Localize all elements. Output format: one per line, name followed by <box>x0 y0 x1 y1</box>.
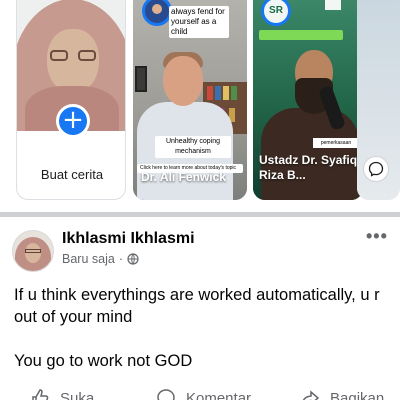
share-icon <box>302 390 320 400</box>
avatar[interactable] <box>12 230 54 272</box>
share-label: Bagikan <box>330 389 385 400</box>
comment-label: Komentar <box>186 389 252 400</box>
post-author-name[interactable]: Ikhlasmi Ikhlasmi <box>62 230 195 248</box>
story-caption: always fend for yourself as a child <box>169 6 229 38</box>
globe-icon[interactable] <box>127 253 139 265</box>
create-story-label: Buat cerita <box>40 167 104 182</box>
share-button[interactable]: Bagikan <box>300 388 384 400</box>
story-card[interactable]: always fend for yourself as a child Unhe… <box>133 0 247 200</box>
comment-icon <box>157 389 175 400</box>
story-card[interactable]: SR pemerkasaan Ustadz Dr. Syafiq Riza B.… <box>253 0 363 200</box>
like-label: Suka <box>60 389 95 400</box>
like-button[interactable]: Suka <box>30 388 94 400</box>
story-card[interactable] <box>357 0 400 200</box>
post-timestamp[interactable]: Baru saja <box>62 252 115 266</box>
facebook-feed: + Buat cerita always fend for yourself a… <box>0 0 400 400</box>
feed-divider <box>0 212 400 217</box>
more-options-icon[interactable]: ••• <box>366 226 392 246</box>
stories-strip: + Buat cerita always fend for yourself a… <box>0 0 400 206</box>
create-story-card[interactable]: + Buat cerita <box>16 0 126 200</box>
post-body-text: If u think everythings are worked automa… <box>14 286 380 370</box>
meta-separator: · <box>118 252 123 266</box>
logo-icon <box>325 0 341 10</box>
post-meta: Baru saja · <box>62 252 139 266</box>
comment-button[interactable]: Komentar <box>156 388 251 400</box>
add-story-plus-icon[interactable]: + <box>56 104 90 138</box>
post-actions: Suka Komentar Bagikan <box>0 388 400 400</box>
story-subtitle: Unhealthy coping mechanism <box>155 136 231 158</box>
story-author-name: Ustadz Dr. Syafiq Riza B... <box>259 153 358 182</box>
messenger-icon[interactable] <box>363 156 389 182</box>
story-badge: pemerkasaan <box>313 138 359 148</box>
story-author-name: Dr. Ali Fenwick <box>141 170 226 184</box>
thumbs-up-icon <box>32 389 49 400</box>
